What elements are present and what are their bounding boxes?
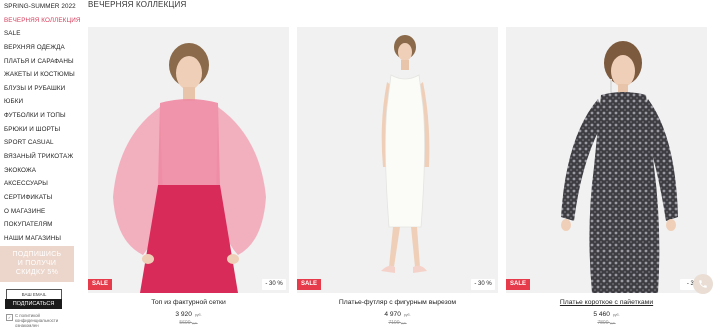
product-card[interactable]: SALE - 30 % Топ из фактурной сетки 3 920…	[88, 27, 289, 327]
page-title: ВЕЧЕРНЯЯ КОЛЛЕКЦИЯ	[88, 0, 187, 9]
product-card[interactable]: SALE - 30 % Платье-футляр с фигурным выр…	[297, 27, 498, 327]
category-nav: SPRING-SUMMER 2022 ВЕЧЕРНЯЯ КОЛЛЕКЦИЯ SALE…	[4, 0, 80, 246]
sidebar-item[interactable]: БРЮКИ И ШОРТЫ	[4, 123, 80, 137]
privacy-consent: ✓ С политикой конфиденциальности ознаком…	[6, 313, 76, 328]
product-old-price: 7100 руб.	[388, 320, 407, 326]
model-sequin-dress-illustration	[506, 27, 707, 293]
sidebar-item[interactable]: ПЛАТЬЯ И САРАФАНЫ	[4, 55, 80, 69]
promo-line-3: СКИДКУ 5%	[15, 269, 59, 276]
product-old-price: 7800 руб.	[597, 320, 616, 326]
discount-badge: - 30 %	[471, 279, 495, 290]
product-price: 4 970 руб.	[384, 311, 411, 318]
sidebar-item[interactable]: БЛУЗЫ И РУБАШКИ	[4, 82, 80, 96]
model-pink-top-illustration	[88, 27, 289, 293]
sidebar-item[interactable]: ПОКУПАТЕЛЯМ	[4, 218, 80, 232]
sale-badge: SALE	[506, 279, 530, 290]
product-name[interactable]: Платье-футляр с фигурным вырезом	[297, 298, 498, 307]
phone-icon	[699, 280, 707, 288]
product-photo[interactable]: SALE - 30 %	[88, 27, 289, 293]
sidebar-item[interactable]: ВЕЧЕРНЯЯ КОЛЛЕКЦИЯ	[4, 14, 80, 28]
sidebar: SPRING-SUMMER 2022 ВЕЧЕРНЯЯ КОЛЛЕКЦИЯ SALE…	[0, 0, 84, 328]
sidebar-item[interactable]: ВЯЗАНЫЙ ТРИКОТАЖ	[4, 150, 80, 164]
sidebar-item[interactable]: АКСЕССУАРЫ	[4, 177, 80, 191]
callback-button[interactable]	[693, 274, 713, 294]
sale-badge: SALE	[88, 279, 112, 290]
product-name[interactable]: Топ из фактурной сетки	[88, 298, 289, 307]
currency-label: руб.	[403, 313, 411, 317]
sidebar-item[interactable]: ЮБКИ	[4, 95, 80, 109]
product-photo[interactable]: SALE - 30	[506, 27, 707, 293]
subscribe-promo-banner: ПОДПИШИСЬ И ПОЛУЧИ СКИДКУ 5%	[0, 246, 74, 282]
sidebar-item[interactable]: СЕРТИФИКАТЫ	[4, 191, 80, 205]
currency-label: руб.	[612, 313, 620, 317]
model-white-dress-illustration	[297, 27, 498, 293]
promo-line-2: И ПОЛУЧИ	[17, 260, 57, 267]
sidebar-item[interactable]: ВЕРХНЯЯ ОДЕЖДА	[4, 41, 80, 55]
currency-label: руб.	[194, 313, 202, 317]
product-old-price: 5600 руб.	[179, 320, 198, 326]
product-name[interactable]: Платье короткое с пайетками	[506, 298, 707, 307]
product-card[interactable]: SALE - 30 Платье короткое с пайетками 5 …	[506, 27, 707, 327]
sidebar-item[interactable]: О МАГАЗИНЕ	[4, 205, 80, 219]
sidebar-item[interactable]: ФУТБОЛКИ И ТОПЫ	[4, 109, 80, 123]
subscribe-button[interactable]: ПОДПИСАТЬСЯ	[5, 299, 62, 309]
product-photo[interactable]: SALE - 30 %	[297, 27, 498, 293]
consent-checkbox[interactable]: ✓	[6, 314, 13, 321]
sale-badge: SALE	[297, 279, 321, 290]
promo-line-1: ПОДПИШИСЬ	[12, 251, 62, 258]
product-price: 3 920 руб.	[175, 311, 202, 318]
sidebar-item[interactable]: SPRING-SUMMER 2022	[4, 0, 80, 14]
sidebar-item[interactable]: SPORT CASUAL	[4, 136, 80, 150]
sidebar-item[interactable]: SALE	[4, 27, 80, 41]
sidebar-item[interactable]: ЭКОКОЖА	[4, 164, 80, 178]
sidebar-item[interactable]: ЖАКЕТЫ И КОСТЮМЫ	[4, 68, 80, 82]
consent-text: С политикой конфиденциальности ознакомле…	[15, 313, 59, 328]
discount-badge: - 30 %	[262, 279, 286, 290]
sidebar-item[interactable]: НАШИ МАГАЗИНЫ	[4, 232, 80, 246]
product-price: 5 460 руб.	[593, 311, 620, 318]
